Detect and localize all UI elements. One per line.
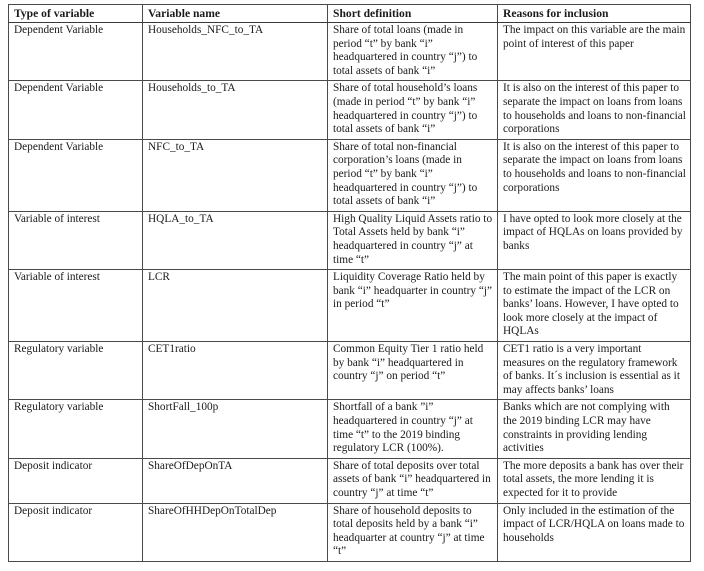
cell-variable-name: Households_NFC_to_TA bbox=[142, 21, 328, 82]
cell-reason-for-inclusion: It is also on the interest of this paper… bbox=[497, 80, 691, 140]
cell-type-of-variable: Deposit indicator bbox=[8, 457, 143, 504]
table-body: Dependent Variable Households_NFC_to_TA … bbox=[8, 21, 691, 562]
cell-reason-for-inclusion: The main point of this paper is exactly … bbox=[497, 269, 691, 343]
cell-variable-name: NFC_to_TA bbox=[142, 138, 328, 212]
cell-short-definition: High Quality Liquid Assets ratio to Tota… bbox=[327, 210, 498, 271]
table-row: Variable of interest HQLA_to_TA High Qua… bbox=[8, 210, 691, 271]
cell-type-of-variable: Variable of interest bbox=[8, 210, 143, 271]
cell-short-definition: Share of total loans (made in period “t”… bbox=[327, 21, 498, 82]
cell-type-of-variable: Dependent Variable bbox=[8, 21, 143, 82]
cell-reason-for-inclusion: It is also on the interest of this paper… bbox=[497, 138, 691, 212]
cell-reason-for-inclusion: CET1 ratio is a very important measures … bbox=[497, 341, 691, 401]
cell-short-definition: Shortfall of a bank ”i” headquartered in… bbox=[327, 399, 498, 459]
cell-type-of-variable: Regulatory variable bbox=[8, 399, 143, 459]
column-header-type-of-variable: Type of variable bbox=[8, 4, 143, 23]
table-row: Regulatory variable CET1ratio Common Equ… bbox=[8, 341, 691, 401]
cell-type-of-variable: Deposit indicator bbox=[8, 502, 143, 562]
table-row: Dependent Variable NFC_to_TA Share of to… bbox=[8, 138, 691, 212]
column-header-reasons-for-inclusion: Reasons for inclusion bbox=[497, 4, 691, 23]
variable-definition-table-container: Type of variable Variable name Short def… bbox=[8, 4, 691, 562]
cell-reason-for-inclusion: The impact on this variable are the main… bbox=[497, 21, 691, 82]
cell-variable-name: LCR bbox=[142, 269, 328, 343]
cell-type-of-variable: Dependent Variable bbox=[8, 80, 143, 140]
cell-reason-for-inclusion: Banks which are not complying with the 2… bbox=[497, 399, 691, 459]
cell-variable-name: CET1ratio bbox=[142, 341, 328, 401]
table-row: Regulatory variable ShortFall_100p Short… bbox=[8, 399, 691, 459]
table-row: Dependent Variable Households_to_TA Shar… bbox=[8, 80, 691, 140]
table-row: Variable of interest LCR Liquidity Cover… bbox=[8, 269, 691, 343]
column-header-variable-name: Variable name bbox=[142, 4, 328, 23]
cell-variable-name: ShareOfHHDepOnTotalDep bbox=[142, 502, 328, 562]
cell-short-definition: Liquidity Coverage Ratio held by bank “i… bbox=[327, 269, 498, 343]
cell-variable-name: ShareOfDepOnTA bbox=[142, 457, 328, 504]
cell-short-definition: Common Equity Tier 1 ratio held by bank … bbox=[327, 341, 498, 401]
cell-short-definition: Share of total deposits over total asset… bbox=[327, 457, 498, 504]
table-row: Deposit indicator ShareOfHHDepOnTotalDep… bbox=[8, 502, 691, 562]
cell-short-definition: Share of total non-financial corporation… bbox=[327, 138, 498, 212]
column-header-short-definition: Short definition bbox=[327, 4, 498, 23]
cell-type-of-variable: Dependent Variable bbox=[8, 138, 143, 212]
cell-reason-for-inclusion: I have opted to look more closely at the… bbox=[497, 210, 691, 271]
cell-short-definition: Share of household deposits to total dep… bbox=[327, 502, 498, 562]
cell-variable-name: HQLA_to_TA bbox=[142, 210, 328, 271]
table-header: Type of variable Variable name Short def… bbox=[8, 4, 691, 23]
cell-type-of-variable: Regulatory variable bbox=[8, 341, 143, 401]
table-row: Dependent Variable Households_NFC_to_TA … bbox=[8, 21, 691, 82]
variable-definition-table: Type of variable Variable name Short def… bbox=[8, 4, 691, 562]
cell-variable-name: ShortFall_100p bbox=[142, 399, 328, 459]
cell-variable-name: Households_to_TA bbox=[142, 80, 328, 140]
cell-short-definition: Share of total household’s loans (made i… bbox=[327, 80, 498, 140]
cell-reason-for-inclusion: Only included in the estimation of the i… bbox=[497, 502, 691, 562]
cell-reason-for-inclusion: The more deposits a bank has over their … bbox=[497, 457, 691, 504]
table-header-row: Type of variable Variable name Short def… bbox=[8, 4, 691, 23]
table-row: Deposit indicator ShareOfDepOnTA Share o… bbox=[8, 457, 691, 504]
cell-type-of-variable: Variable of interest bbox=[8, 269, 143, 343]
